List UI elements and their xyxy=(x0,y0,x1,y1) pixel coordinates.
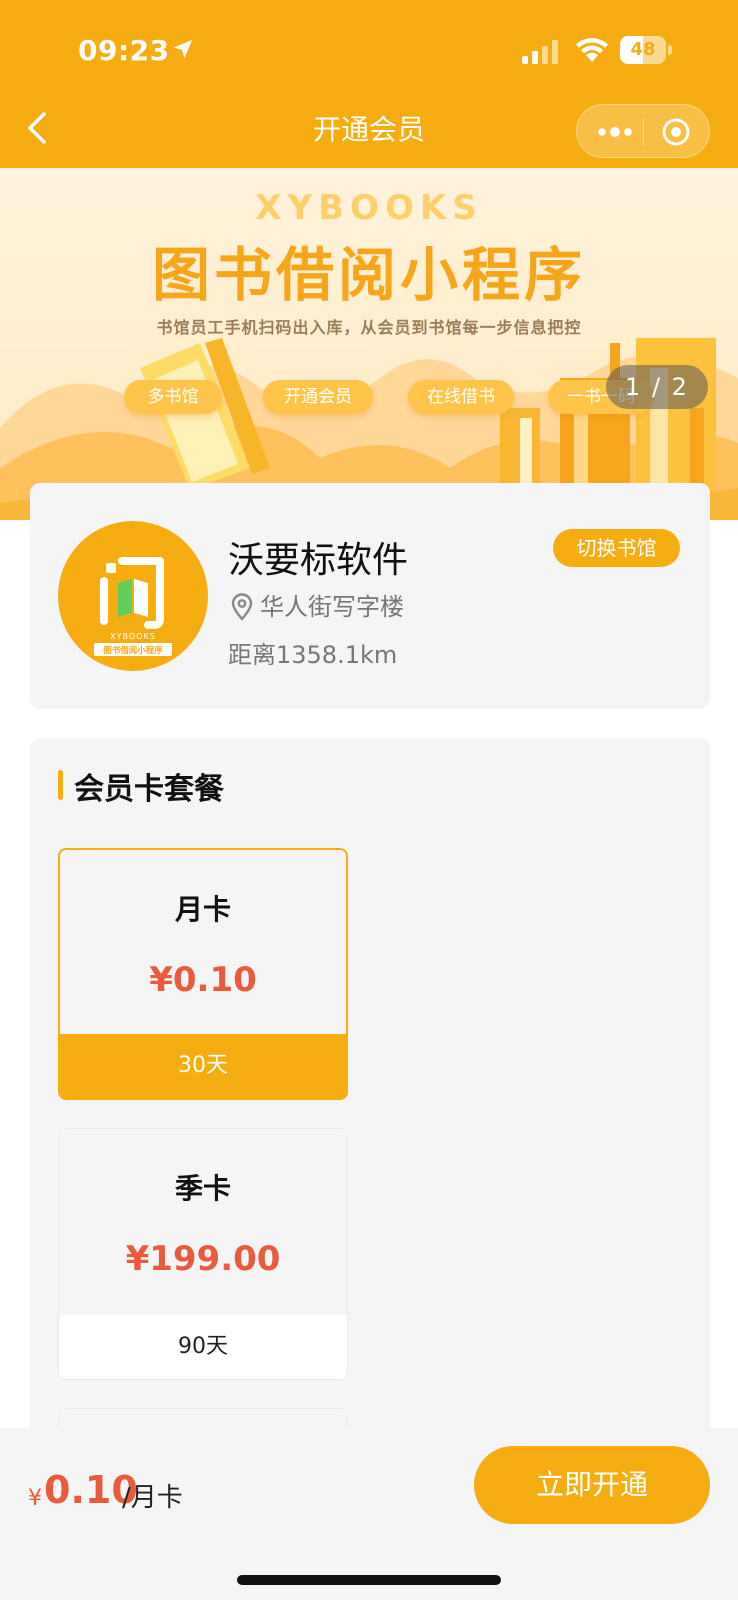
banner-brand: XYBOOKS xyxy=(255,188,483,228)
package-name: 月卡 xyxy=(174,893,231,926)
status-time: 09:23 xyxy=(78,34,170,67)
logo-tagline: 图书借阅小程序 xyxy=(103,645,163,656)
banner-chip: 在线借书 xyxy=(408,380,514,414)
library-name: 沃要标软件 xyxy=(228,540,409,581)
home-indicator xyxy=(237,1575,501,1585)
location-arrow-icon xyxy=(173,39,193,59)
wifi-icon xyxy=(576,38,608,62)
close-icon[interactable] xyxy=(661,117,691,147)
banner-page-indicator: 1 / 2 xyxy=(606,365,708,409)
total-currency: ¥ xyxy=(28,1486,42,1511)
library-address: 华人街写字楼 xyxy=(260,593,404,621)
section-title: 会员卡套餐 xyxy=(74,772,224,807)
library-logo: XYBOOKS 图书借阅小程序 xyxy=(58,521,208,671)
package-duration: 90天 xyxy=(59,1315,347,1379)
activate-now-button[interactable]: 立即开通 xyxy=(474,1446,710,1524)
signal-icon xyxy=(522,40,558,64)
library-distance: 距离1358.1km xyxy=(228,641,398,669)
top-bar: 09:23 48 开通会员 xyxy=(0,0,738,168)
location-pin-icon xyxy=(231,593,253,621)
capsule-divider xyxy=(643,119,644,145)
battery-level: 48 xyxy=(630,39,656,60)
package-name: 季卡 xyxy=(174,1172,231,1205)
banner-title: 图书借阅小程序 xyxy=(151,241,586,309)
package-price: ¥199.00 xyxy=(125,1239,281,1279)
more-icon[interactable] xyxy=(595,118,635,146)
package-price: ¥0.10 xyxy=(149,960,257,1000)
library-card: XYBOOKS 图书借阅小程序 沃要标软件 切换书馆 华人街写字楼 距离1358… xyxy=(30,483,710,709)
package-duration: 30天 xyxy=(60,1034,346,1098)
banner-chip: 开通会员 xyxy=(263,380,373,414)
promo-banner[interactable]: XYBOOKS 图书借阅小程序 书馆员工手机扫码出入库，从会员到书馆每一步信息把… xyxy=(0,168,738,520)
total-unit: /月卡 xyxy=(122,1483,183,1513)
checkout-bar: ¥ 0.10 /月卡 立即开通 xyxy=(0,1428,738,1600)
banner-subtitle: 书馆员工手机扫码出入库，从会员到书馆每一步信息把控 xyxy=(156,318,582,337)
package-card-month[interactable]: 月卡 ¥0.10 30天 xyxy=(58,848,348,1100)
section-accent-bar xyxy=(58,770,63,800)
logo-brand: XYBOOKS xyxy=(110,632,156,641)
membership-packages: 会员卡套餐 月卡 ¥0.10 30天 季卡 ¥199.00 90天 xyxy=(30,738,710,1438)
switch-library-button[interactable]: 切换书馆 xyxy=(553,529,680,567)
battery-icon: 48 xyxy=(620,36,672,64)
banner-chip: 多书馆 xyxy=(124,380,222,414)
book-logo-icon: XYBOOKS 图书借阅小程序 xyxy=(94,557,172,656)
mini-program-capsule xyxy=(576,104,710,158)
package-card-quarter[interactable]: 季卡 ¥199.00 90天 xyxy=(58,1128,348,1380)
